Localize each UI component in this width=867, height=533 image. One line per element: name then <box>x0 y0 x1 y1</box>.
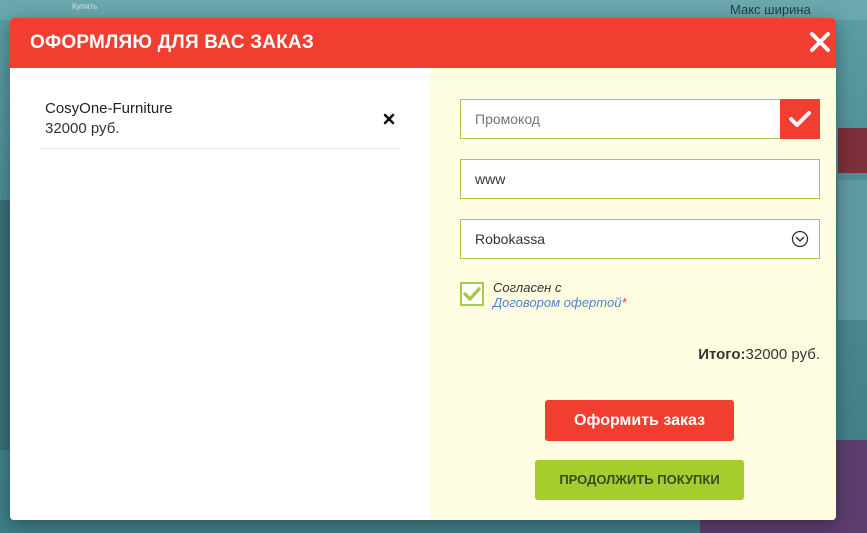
total-label: Итого: <box>698 346 746 363</box>
remove-item-icon[interactable] <box>382 112 396 126</box>
agreement-checkbox[interactable] <box>460 282 484 306</box>
close-icon[interactable] <box>808 30 832 54</box>
total-value: 32000 руб. <box>745 346 820 363</box>
cart-item-price: 32000 руб. <box>45 120 120 137</box>
modal-title: ОФОРМЛЯЮ ДЛЯ ВАС ЗАКАЗ <box>30 32 314 53</box>
offer-agreement-link[interactable]: Договором офертой* <box>493 295 627 310</box>
agreement-text: Согласен с <box>493 280 562 295</box>
checkout-pane: Robokassa Согласен с Договором офертой* … <box>430 68 836 520</box>
modal-header: ОФОРМЛЯЮ ДЛЯ ВАС ЗАКАЗ <box>10 18 836 68</box>
www-input[interactable] <box>461 160 819 198</box>
background-buy-text: Купить <box>72 2 98 11</box>
required-mark: * <box>621 295 627 310</box>
background-max-width-label: Макс ширина <box>730 2 811 17</box>
cart-item: CosyOne-Furniture 32000 руб. <box>40 98 400 149</box>
place-order-button[interactable]: Оформить заказ <box>545 400 734 441</box>
order-modal: ОФОРМЛЯЮ ДЛЯ ВАС ЗАКАЗ CosyOne-Furniture… <box>10 18 836 520</box>
agreement: Согласен с Договором офертой* <box>460 280 760 320</box>
checkmark-icon <box>463 287 481 301</box>
www-field <box>460 159 820 199</box>
background-left-bar <box>0 200 10 450</box>
payment-method-select[interactable]: Robokassa <box>460 219 820 259</box>
apply-promo-button[interactable] <box>780 99 820 139</box>
payment-method-value: Robokassa <box>475 231 546 247</box>
cart-item-name: CosyOne-Furniture <box>45 100 173 117</box>
chevron-down-icon <box>791 230 809 248</box>
cart-pane: CosyOne-Furniture 32000 руб. <box>10 68 430 520</box>
background-panel <box>838 180 867 320</box>
promo-code-input[interactable] <box>461 100 781 138</box>
offer-agreement-link-text[interactable]: Договором офертой <box>493 295 621 310</box>
order-total: Итого:32000 руб. <box>630 346 820 363</box>
continue-shopping-button[interactable]: ПРОДОЛЖИТЬ ПОКУПКИ <box>535 460 744 500</box>
background-banner <box>838 128 867 173</box>
checkmark-icon <box>789 111 811 127</box>
promo-code-field <box>460 99 820 139</box>
